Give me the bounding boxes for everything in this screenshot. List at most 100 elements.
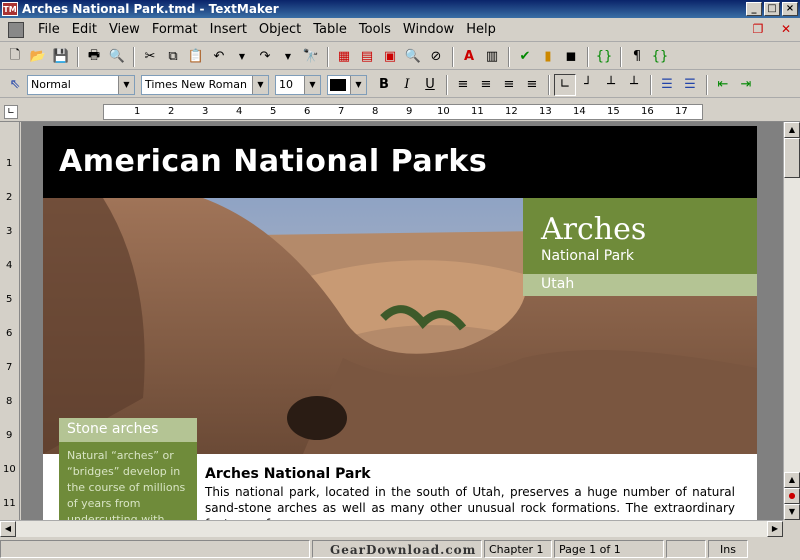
zoom-icon[interactable]: 🔍 [402,46,424,68]
pilcrow-icon[interactable]: ¶ [626,46,648,68]
tab-type-icon[interactable]: ∟ [4,105,18,119]
undo-icon[interactable]: ↶ [208,46,230,68]
watermark: GearDownload.com [330,543,477,557]
object-icon[interactable]: ◼ [560,46,582,68]
document-workspace[interactable]: American National Parks Arches National … [21,122,783,522]
close-icon[interactable]: × [782,2,798,16]
insert-picture-icon[interactable]: ▥ [481,46,503,68]
menu-insert[interactable]: Insert [204,22,253,37]
tab-right-icon[interactable]: ┘ [577,74,599,96]
status-page: Page 1 of 1 [554,540,664,558]
open-icon[interactable]: 📂 [27,46,49,68]
font-select[interactable]: Times New Roman ▼ [141,74,269,95]
vruler-mark: 2 [6,192,13,203]
increase-indent-icon[interactable]: ⇥ [735,74,757,96]
menu-format[interactable]: Format [146,22,204,37]
bold-icon[interactable]: B [373,74,395,96]
justify-icon[interactable]: ≡ [521,74,543,96]
scroll-left-icon[interactable]: ◀ [0,521,16,537]
field-shading-icon[interactable]: {} [593,46,615,68]
style-select[interactable]: Normal ▼ [27,74,135,95]
vertical-ruler[interactable]: 1 2 3 4 5 6 7 8 9 10 11 [0,122,20,522]
align-center-icon[interactable]: ≡ [475,74,497,96]
article-title: Arches National Park [205,466,371,482]
ruler-mark: 17 [675,106,688,117]
align-right-icon[interactable]: ≡ [498,74,520,96]
chevron-down-icon[interactable]: ▼ [252,75,268,94]
minimize-icon[interactable]: _ [746,2,762,16]
insert-textframe-icon[interactable]: A [458,46,480,68]
underline-icon[interactable]: U [419,74,441,96]
find-icon[interactable]: 🔭 [300,46,322,68]
format-toolbar: ⇖ Normal ▼ Times New Roman ▼ 10 ▼ ▼ B I U ≡… [0,72,800,98]
restore-doc-icon[interactable]: ❐ [750,22,766,38]
menu-help[interactable]: Help [460,22,502,37]
decrease-indent-icon[interactable]: ⇤ [712,74,734,96]
bullets-icon[interactable]: ☰ [656,74,678,96]
redo-dropdown-icon[interactable]: ▼ [277,46,299,68]
redo-icon[interactable]: ↷ [254,46,276,68]
header-banner: American National Parks [43,126,757,198]
vertical-scrollbar[interactable]: ▲ ▲ ● ▼ [783,122,800,520]
field-codes-icon[interactable]: {} [649,46,671,68]
web-icon[interactable]: ⊘ [425,46,447,68]
scroll-up-icon[interactable]: ▲ [784,122,800,138]
prev-page-icon[interactable]: ▲ [784,472,800,488]
menu-tools[interactable]: Tools [353,22,397,37]
document-page[interactable]: American National Parks Arches National … [43,126,757,522]
tab-left-icon[interactable]: ∟ [554,73,576,96]
browse-object-icon[interactable]: ● [784,488,800,504]
font-size-select[interactable]: 10 ▼ [275,74,321,95]
menu-view[interactable]: View [103,22,146,37]
paste-icon[interactable]: 📋 [185,46,207,68]
new-icon[interactable]: 🗋 [4,46,26,68]
status-extra [666,540,706,558]
menu-table[interactable]: Table [307,22,353,37]
print-preview-icon[interactable]: 🔍 [106,46,128,68]
scroll-right-icon[interactable]: ▶ [767,521,783,537]
chevron-down-icon[interactable]: ▼ [118,75,134,94]
maximize-icon[interactable]: □ [764,2,780,16]
scroll-thumb[interactable] [784,138,800,178]
tab-decimal-icon[interactable]: ┴ [623,74,645,96]
chevron-down-icon[interactable]: ▼ [304,75,320,94]
separator [706,74,708,95]
separator [452,46,454,67]
menu-file[interactable]: File [32,22,66,37]
insert-table-icon[interactable]: ▤ [356,46,378,68]
chart-icon[interactable]: ▮ [537,46,559,68]
insert-field-icon[interactable]: ▦ [333,46,355,68]
print-icon[interactable]: 🖶 [83,46,105,68]
align-left-icon[interactable]: ≡ [452,74,474,96]
chevron-down-icon[interactable]: ▼ [350,75,366,94]
menu-object[interactable]: Object [253,22,307,37]
arches-photo[interactable]: Arches National Park Utah [43,198,757,454]
cut-icon[interactable]: ✂ [139,46,161,68]
italic-icon[interactable]: I [396,74,418,96]
vruler-mark: 1 [6,158,13,169]
save-icon[interactable]: 💾 [50,46,72,68]
menu-window[interactable]: Window [397,22,460,37]
pointer-icon[interactable]: ⇖ [4,74,26,96]
insert-frame-icon[interactable]: ▣ [379,46,401,68]
article: Arches National Park This national park,… [205,466,735,522]
document-icon[interactable] [8,21,24,38]
horizontal-scrollbar[interactable]: ◀ ▶ [0,520,783,537]
copy-icon[interactable]: ⧉ [162,46,184,68]
text-color-swatch [330,78,346,91]
sidebar-text: Natural “arches” or “bridges” develop in… [59,442,197,522]
horizontal-ruler[interactable]: ∟ 1 2 3 4 5 6 7 8 9 10 11 12 13 14 15 16… [0,102,800,122]
close-doc-icon[interactable]: ✕ [778,22,794,38]
menu-edit[interactable]: Edit [66,22,103,37]
text-color-select[interactable]: ▼ [327,74,367,95]
tab-center-icon[interactable]: ┴ [600,74,622,96]
status-chapter: Chapter 1 [484,540,552,558]
spellcheck-icon[interactable]: ✔ [514,46,536,68]
font-size-value: 10 [279,78,293,91]
vruler-mark: 4 [6,260,13,271]
undo-dropdown-icon[interactable]: ▼ [231,46,253,68]
park-name: Arches [541,212,647,247]
standard-toolbar: 🗋 📂 💾 🖶 🔍 ✂ ⧉ 📋 ↶ ▼ ↷ ▼ 🔭 ▦ ▤ ▣ 🔍 ⊘ A ▥ … [0,44,800,70]
next-page-icon[interactable]: ▼ [784,504,800,520]
numbering-icon[interactable]: ☰ [679,74,701,96]
